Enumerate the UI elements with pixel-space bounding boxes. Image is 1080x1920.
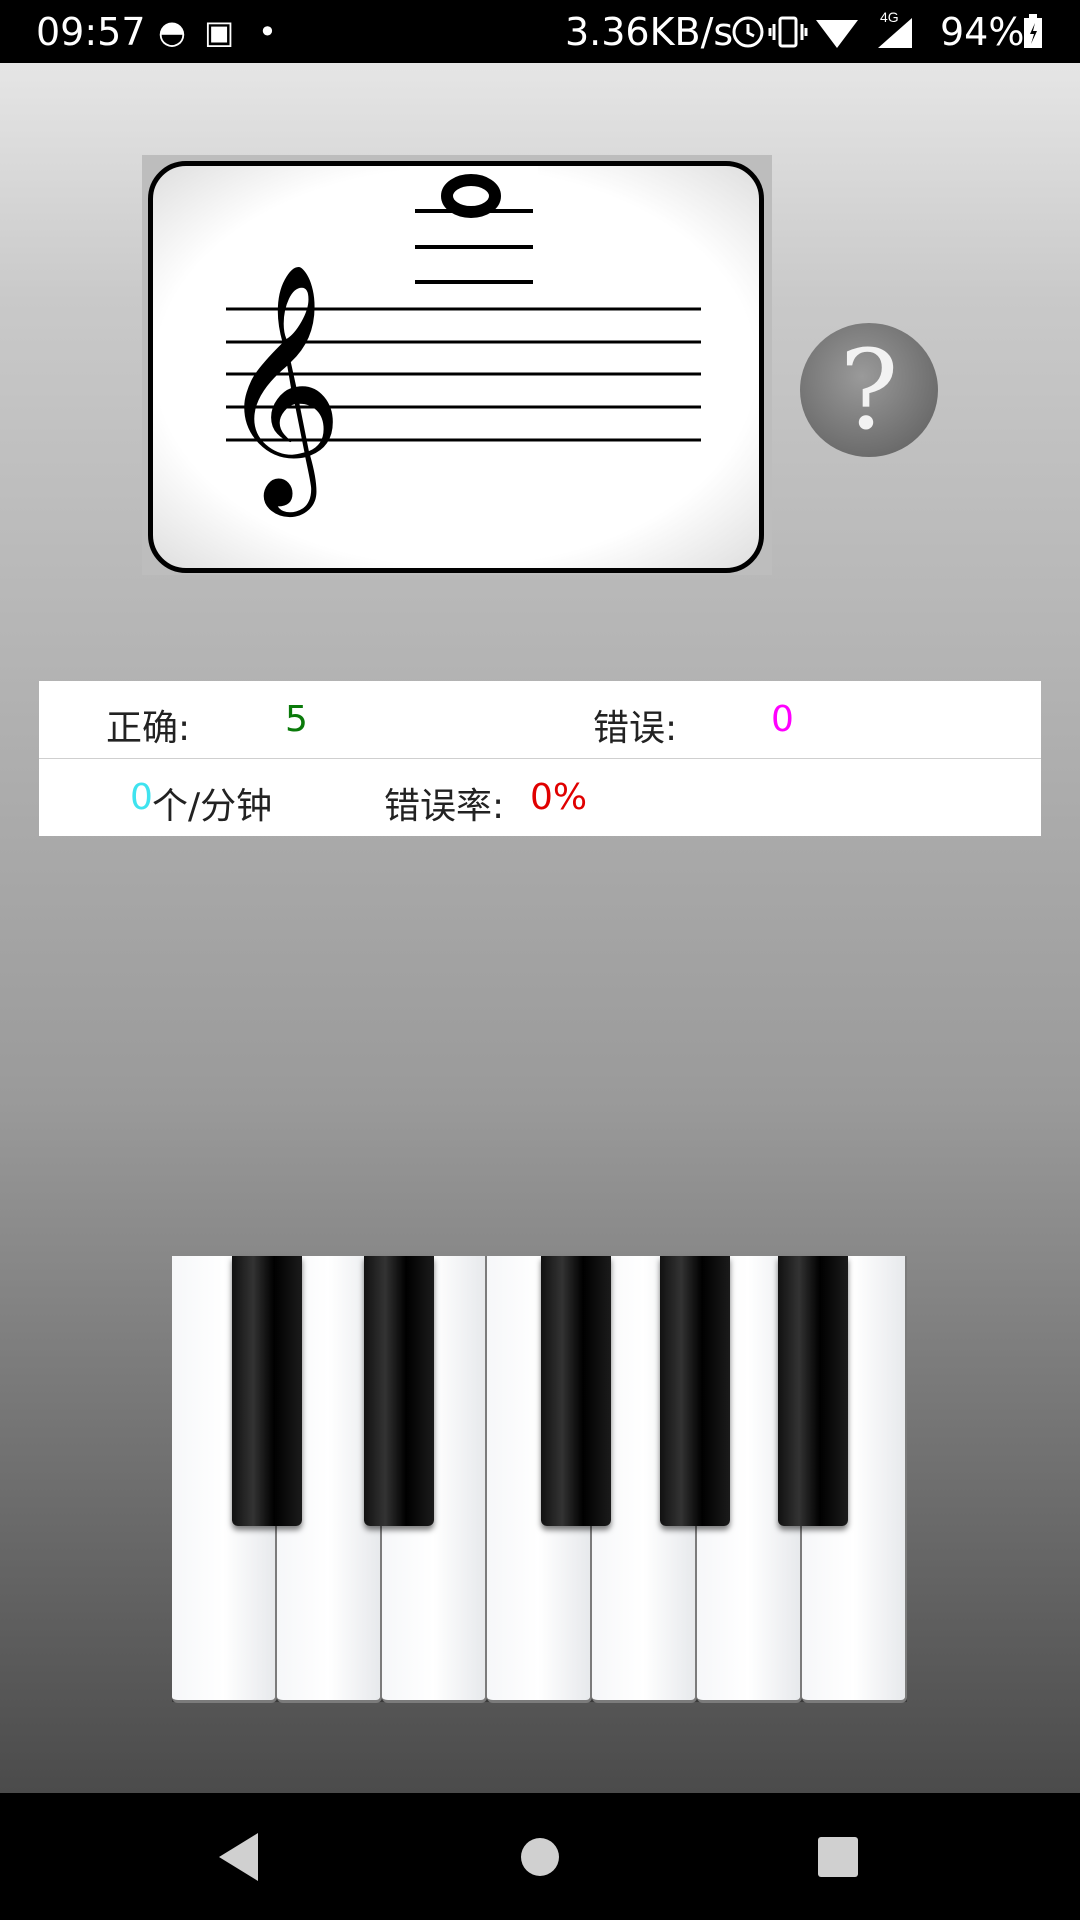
error-rate-label: 错误率: [384, 786, 505, 827]
black-key-c-sharp[interactable] [232, 1256, 302, 1526]
back-button[interactable] [176, 1793, 303, 1920]
error-rate-value: 0% [530, 777, 588, 818]
dot-icon: • [258, 13, 277, 51]
screen-cast-icon: ▣ [204, 13, 235, 51]
black-key-d-sharp[interactable] [364, 1256, 434, 1526]
black-key-a-sharp[interactable] [778, 1256, 848, 1526]
alarm-hand [746, 24, 755, 38]
card-face: 𝄞 [148, 161, 764, 573]
status-time: 09:57 [36, 10, 146, 54]
stats-panel: 正确: 5 错误: 0 0 个/分钟 错误率: 0% [39, 681, 1041, 836]
wrong-count: 0 [771, 699, 794, 740]
network-speed: 3.36KB/s [565, 10, 734, 54]
home-button[interactable] [477, 1793, 604, 1920]
piano-keyboard [172, 1256, 907, 1703]
recents-icon [818, 1837, 858, 1877]
network-type: 4G [880, 12, 899, 25]
help-button[interactable]: ? [800, 323, 938, 457]
vibrate-waves [768, 24, 808, 40]
speed-value: 0 [130, 777, 153, 818]
music-staff: 𝄞 [219, 166, 701, 517]
home-icon [521, 1838, 559, 1876]
wifi-icon [816, 20, 858, 48]
wrong-label: 错误: [593, 708, 678, 749]
stats-divider [39, 758, 1041, 759]
battery-icon [1024, 14, 1042, 48]
vibrate-icon [778, 16, 798, 48]
app-notification-icon: ◓ [158, 13, 186, 51]
navigation-bar [0, 1793, 1080, 1920]
black-key-g-sharp[interactable] [660, 1256, 730, 1526]
correct-count: 5 [285, 699, 308, 740]
status-icons: 4G [732, 12, 912, 48]
status-bar: 09:57 ◓ ▣ • 3.36KB/s 4G 94% [0, 0, 1080, 63]
recents-button[interactable] [775, 1793, 902, 1920]
back-icon [219, 1833, 258, 1881]
black-key-f-sharp[interactable] [541, 1256, 611, 1526]
whole-note [447, 180, 495, 212]
correct-label: 正确: [106, 708, 191, 749]
note-flashcard: 𝄞 [142, 155, 772, 575]
battery-percent: 94% [940, 10, 1025, 54]
speed-unit: 个/分钟 [152, 786, 273, 827]
ledger-lines [415, 209, 533, 284]
treble-clef-icon: 𝄞 [219, 261, 343, 517]
